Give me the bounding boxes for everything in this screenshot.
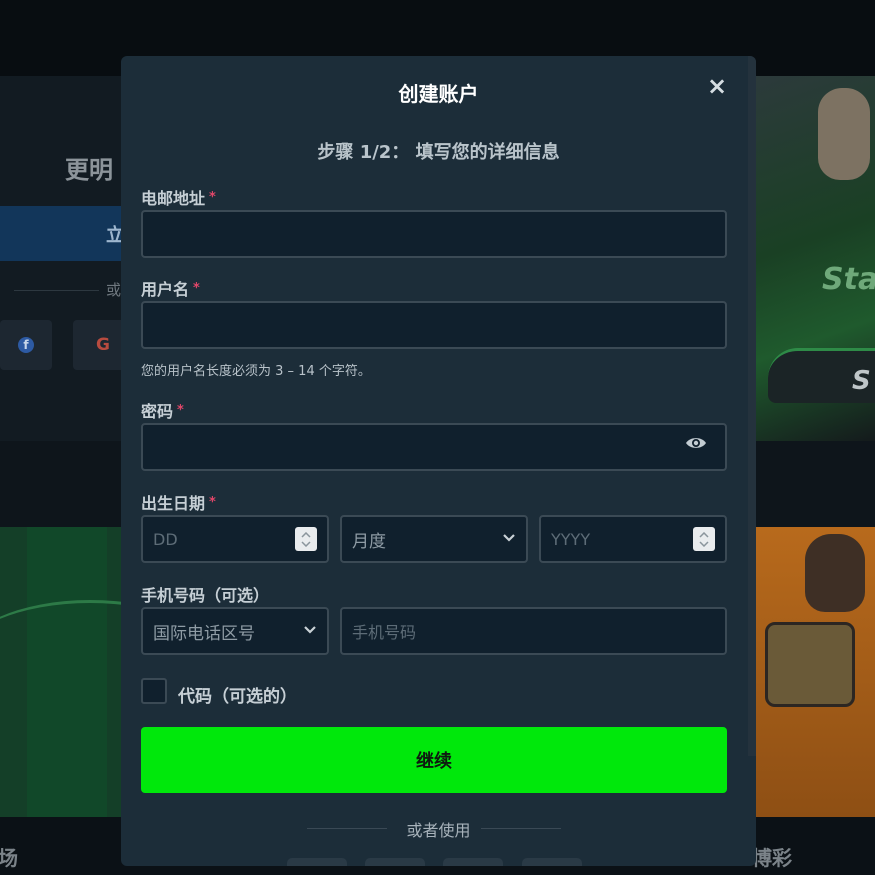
ufc-belt-image (765, 622, 855, 707)
continue-button[interactable]: 继续 (141, 727, 727, 793)
or-use-label: 或者使用 (406, 821, 471, 840)
step-subtitle: 步骤 1/2： 填写您的详细信息 (317, 142, 560, 163)
chevron-down-icon[interactable] (699, 540, 709, 547)
eye-icon[interactable] (685, 436, 707, 450)
chevron-down-icon (503, 534, 515, 542)
hero-divider (14, 290, 99, 291)
close-icon[interactable]: × (706, 74, 728, 98)
required-marker: * (177, 403, 184, 418)
chevron-up-icon[interactable] (301, 531, 311, 538)
chevron-down-icon[interactable] (301, 540, 311, 547)
bottom-left-label: 场 (0, 846, 18, 870)
car-logo: S (852, 366, 871, 396)
promo-code-checkbox[interactable] (141, 678, 167, 704)
country-code-select[interactable]: 国际电话区号 (141, 607, 329, 655)
modal-title: 创建账户 (398, 82, 479, 106)
password-field[interactable] (141, 423, 727, 471)
phone-number-input[interactable]: 手机号码 (340, 607, 727, 655)
bottom-right-label: 博彩 (752, 846, 792, 870)
birth-year-input[interactable]: YYYY (539, 515, 727, 563)
sponsor-logo: Sta (822, 262, 875, 297)
username-hint: 您的用户名长度必须为 3 – 14 个字符。 (141, 364, 371, 379)
player-figure (818, 88, 870, 180)
username-label-text: 用户名 (141, 280, 190, 299)
hero-title: 更明 (65, 156, 113, 184)
email-label: 电邮地址 * (141, 185, 216, 209)
fighter-figure (805, 534, 865, 612)
birth-month-value: 月度 (352, 531, 386, 552)
birth-day-stepper[interactable] (295, 527, 317, 551)
required-marker: * (209, 495, 216, 510)
hero-cta-button[interactable]: 立 (0, 206, 130, 261)
phone-label: 手机号码（可选） (141, 582, 269, 606)
required-marker: * (209, 190, 216, 205)
chevron-down-icon (304, 626, 316, 634)
hero-or-label: 或 (106, 281, 122, 299)
create-account-modal: 创建账户 × 步骤 1/2： 填写您的详细信息 电邮地址 * 用户名 * 您的用户名… (121, 56, 756, 866)
page: 更明 立 或 f G Sta S 场 博彩 创建账户 × 步骤 1/2： 填写您… (0, 0, 875, 875)
password-label-text: 密码 (141, 402, 174, 421)
social-login-button[interactable] (365, 858, 425, 866)
chevron-up-icon[interactable] (699, 531, 709, 538)
password-label: 密码 * (141, 398, 184, 422)
promo-code-label[interactable]: 代码（可选的） (178, 682, 297, 707)
username-label: 用户名 * (141, 276, 200, 300)
birth-year-stepper[interactable] (693, 527, 715, 551)
or-use-divider: 或者使用 (121, 817, 756, 840)
phone-number-placeholder: 手机号码 (352, 623, 417, 642)
birthdate-label-text: 出生日期 (141, 494, 206, 513)
birth-day-placeholder: DD (153, 529, 178, 549)
facebook-icon: f (18, 337, 34, 353)
birthdate-label: 出生日期 * (141, 490, 216, 514)
google-icon: G (96, 335, 110, 355)
birth-year-placeholder: YYYY (551, 529, 591, 549)
divider-line-right (481, 828, 561, 829)
email-field[interactable] (141, 210, 727, 258)
birth-month-select[interactable]: 月度 (340, 515, 528, 563)
facebook-login-button[interactable]: f (0, 320, 52, 370)
phone-label-text: 手机号码（可选） (141, 586, 270, 605)
social-login-button[interactable] (522, 858, 582, 866)
username-field[interactable] (141, 301, 727, 349)
email-label-text: 电邮地址 (141, 189, 206, 208)
birth-day-input[interactable]: DD (141, 515, 329, 563)
social-login-button[interactable] (443, 858, 503, 866)
social-login-button[interactable] (287, 858, 347, 866)
country-code-value: 国际电话区号 (153, 623, 255, 644)
required-marker: * (193, 281, 200, 296)
